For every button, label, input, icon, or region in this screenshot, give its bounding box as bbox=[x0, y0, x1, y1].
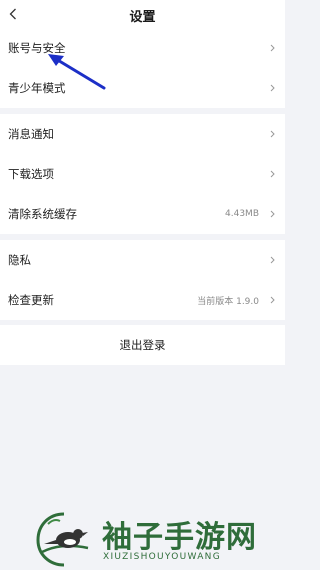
page-title: 设置 bbox=[129, 10, 156, 25]
bird-on-branch-logo bbox=[36, 512, 89, 567]
settings-group-general: 消息通知 下载选项 清除系统缓存 4.43MB bbox=[0, 114, 285, 234]
row-label: 下载选项 bbox=[8, 167, 54, 181]
version-value: 当前版本 1.9.0 bbox=[197, 296, 259, 307]
row-label: 检查更新 bbox=[8, 293, 54, 307]
watermark-subtitle: XIUZISHOUYOUWANG bbox=[103, 552, 221, 562]
settings-group-about: 隐私 检查更新 当前版本 1.9.0 bbox=[0, 240, 285, 320]
logout-button[interactable]: 退出登录 bbox=[0, 325, 285, 365]
row-notifications[interactable]: 消息通知 bbox=[0, 114, 285, 154]
header-bar: 设置 bbox=[0, 0, 285, 30]
row-check-update[interactable]: 检查更新 当前版本 1.9.0 bbox=[0, 280, 285, 320]
row-label: 清除系统缓存 bbox=[8, 207, 77, 221]
row-download-options[interactable]: 下载选项 bbox=[0, 154, 285, 194]
row-account-security[interactable]: 账号与安全 bbox=[0, 28, 285, 68]
row-label: 隐私 bbox=[8, 253, 31, 267]
chevron-right-icon bbox=[269, 210, 275, 218]
row-label: 消息通知 bbox=[8, 127, 54, 141]
logout-label: 退出登录 bbox=[119, 338, 166, 352]
chevron-right-icon bbox=[269, 170, 275, 178]
row-clear-cache[interactable]: 清除系统缓存 4.43MB bbox=[0, 194, 285, 234]
row-teen-mode[interactable]: 青少年模式 bbox=[0, 68, 285, 108]
row-privacy[interactable]: 隐私 bbox=[0, 240, 285, 280]
chevron-right-icon bbox=[269, 256, 275, 264]
cache-size-value: 4.43MB bbox=[225, 209, 259, 219]
chevron-right-icon bbox=[269, 130, 275, 138]
chevron-right-icon bbox=[269, 84, 275, 92]
chevron-right-icon bbox=[269, 296, 275, 304]
chevron-right-icon bbox=[269, 44, 275, 52]
watermark: 袖子手游网 XIUZISHOUYOUWANG bbox=[34, 508, 284, 568]
settings-group-account: 账号与安全 青少年模式 bbox=[0, 28, 285, 108]
watermark-title: 袖子手游网 bbox=[102, 520, 257, 555]
blue-arrow-icon bbox=[48, 54, 106, 90]
